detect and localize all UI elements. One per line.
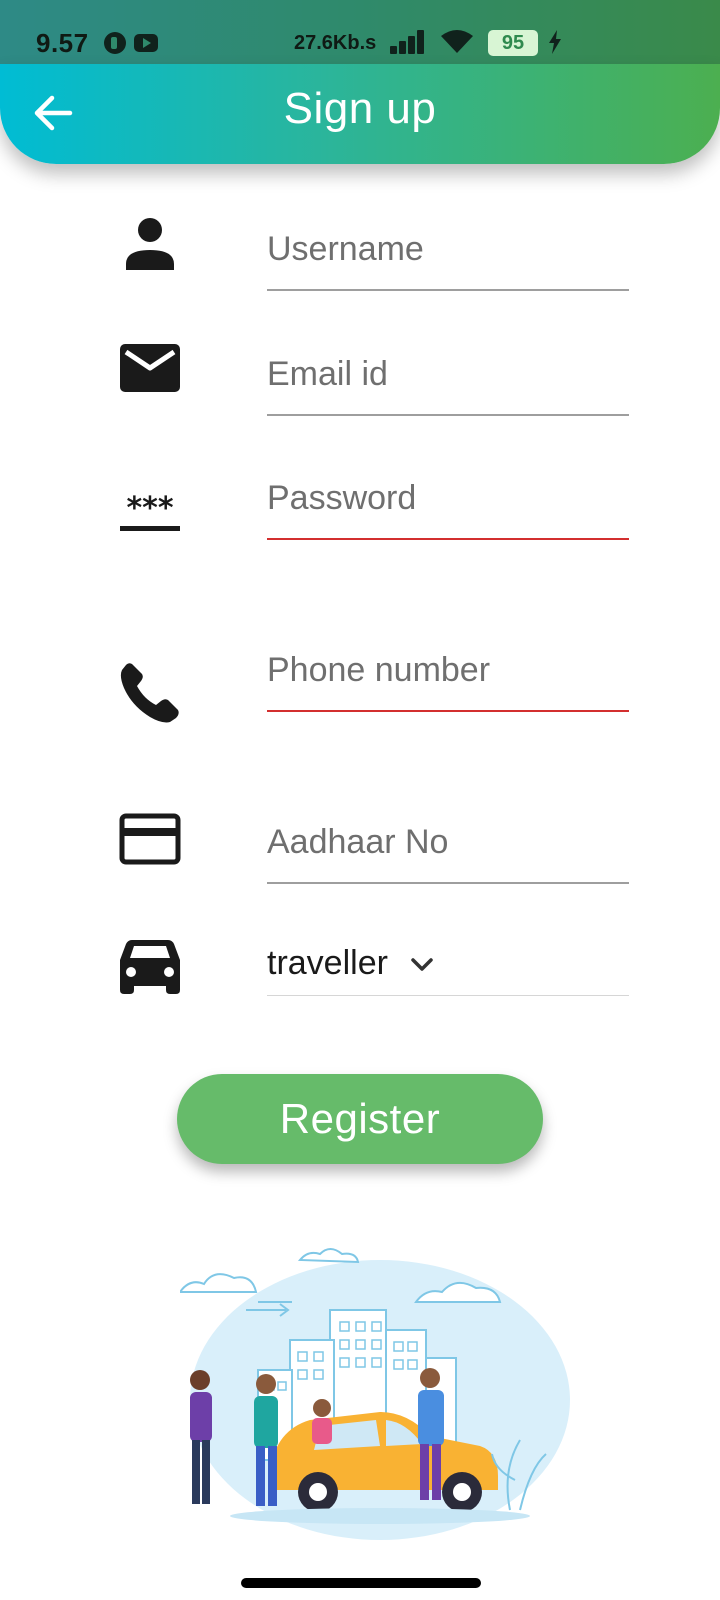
phone-input[interactable] (267, 642, 629, 698)
car-icon (120, 940, 180, 994)
network-speed: 27.6Kb.s (294, 32, 377, 54)
signal-icon (390, 30, 430, 54)
mail-icon (120, 344, 180, 392)
phone-field[interactable] (267, 642, 629, 712)
status-bar: 9.57 27.6Kb.s 95 (0, 0, 720, 64)
svg-text:***: *** (126, 491, 173, 526)
email-input[interactable] (267, 346, 629, 402)
password-icon: *** (120, 491, 180, 531)
username-input[interactable] (267, 221, 629, 277)
charging-icon (549, 30, 561, 54)
aadhaar-field[interactable] (267, 814, 629, 884)
youtube-icon (134, 34, 158, 52)
wifi-icon (441, 30, 473, 53)
page-title: Sign up (283, 84, 437, 133)
user-type-dropdown[interactable]: traveller (267, 940, 629, 996)
app-notification-icon (104, 32, 126, 54)
app-bar: Sign up (0, 64, 720, 164)
battery-icon: 95 (488, 30, 538, 56)
phone-icon (120, 663, 179, 723)
aadhaar-input[interactable] (267, 814, 629, 870)
home-indicator[interactable] (241, 1578, 481, 1588)
credit-card-icon (119, 813, 181, 865)
status-time: 9.57 (36, 28, 89, 58)
city-taxi-illustration (180, 1248, 570, 1540)
password-field[interactable] (267, 470, 629, 540)
user-type-selected: traveller (267, 944, 388, 982)
register-button[interactable]: Register (177, 1074, 543, 1164)
person-icon (126, 218, 174, 270)
username-field[interactable] (267, 221, 629, 291)
email-field[interactable] (267, 346, 629, 416)
chevron-down-icon (411, 958, 433, 971)
password-input[interactable] (267, 470, 629, 526)
